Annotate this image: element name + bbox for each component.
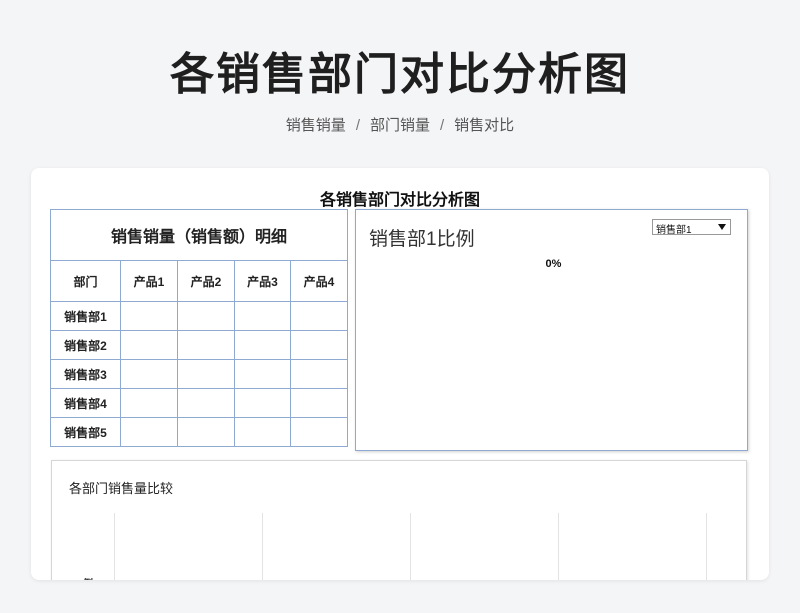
column-header-product-3[interactable]: 产品3 (234, 260, 291, 302)
chart-gridline (558, 513, 559, 580)
pie-chart-title: 销售部1比例 (369, 229, 475, 250)
table-cell[interactable] (120, 330, 178, 360)
table-cell[interactable] (177, 301, 235, 331)
breadcrumb-item-sales-volume[interactable]: 销售销量 (286, 117, 346, 134)
table-cell[interactable] (177, 417, 235, 447)
dropdown-arrow-icon[interactable] (718, 224, 726, 230)
table-row: 销售部1 (50, 301, 348, 331)
bar-chart-title: 各部门销售量比较 (69, 481, 174, 496)
table-row: 销售部4 (50, 388, 348, 418)
table-cell[interactable] (290, 417, 348, 447)
table-row: 销售部5 (50, 417, 348, 447)
column-header-product-4[interactable]: 产品4 (290, 260, 348, 302)
table-cell[interactable] (290, 388, 348, 418)
breadcrumb-item-sales-comparison[interactable]: 销售对比 (454, 117, 514, 134)
table-cell[interactable] (120, 388, 178, 418)
department-bar-chart[interactable]: 各部门销售量比较 例 (51, 460, 747, 580)
breadcrumb-separator: / (440, 117, 445, 134)
department-select-value: 销售部1 (656, 225, 692, 236)
row-label[interactable]: 销售部3 (50, 359, 121, 389)
row-label[interactable]: 销售部1 (50, 301, 121, 331)
department-select[interactable]: 销售部1 (652, 219, 731, 236)
chart-gridline (262, 513, 263, 580)
row-label[interactable]: 销售部5 (50, 417, 121, 447)
table-cell[interactable] (120, 359, 178, 389)
spreadsheet-preview-card: 各销售部门对比分析图 销售销量（销售额）明细 部门 产品1 产品2 产品3 产品… (31, 168, 769, 580)
table-cell[interactable] (290, 330, 348, 360)
chart-gridline (706, 513, 707, 580)
table-cell[interactable] (234, 388, 291, 418)
table-cell[interactable] (234, 359, 291, 389)
axis-label: 例 (83, 575, 93, 580)
table-cell[interactable] (177, 359, 235, 389)
table-cell[interactable] (290, 301, 348, 331)
page-title: 各销售部门对比分析图 (170, 50, 630, 99)
sales-detail-table: 销售销量（销售额）明细 部门 产品1 产品2 产品3 产品4 销售部1 销售部2… (50, 209, 348, 447)
breadcrumb: 销售销量 / 部门销量 / 销售对比 (0, 114, 800, 135)
table-cell[interactable] (290, 359, 348, 389)
breadcrumb-item-department-volume[interactable]: 部门销量 (370, 117, 430, 134)
pie-percent-label: 0% (545, 258, 562, 270)
table-cell[interactable] (120, 417, 178, 447)
table-row: 销售部2 (50, 330, 348, 360)
table-cell[interactable] (177, 388, 235, 418)
row-label[interactable]: 销售部4 (50, 388, 121, 418)
table-cell[interactable] (177, 330, 235, 360)
table-row: 销售部3 (50, 359, 348, 389)
chart-gridline (410, 513, 411, 580)
column-header-product-1[interactable]: 产品1 (120, 260, 178, 302)
sheet-title: 各销售部门对比分析图 (319, 192, 480, 209)
table-heading: 销售销量（销售额）明细 (50, 209, 348, 261)
column-header-product-2[interactable]: 产品2 (177, 260, 235, 302)
table-cell[interactable] (234, 301, 291, 331)
row-label[interactable]: 销售部2 (50, 330, 121, 360)
breadcrumb-separator: / (355, 117, 360, 134)
table-cell[interactable] (234, 330, 291, 360)
table-cell[interactable] (234, 417, 291, 447)
column-header-department[interactable]: 部门 (50, 260, 121, 302)
table-cell[interactable] (120, 301, 178, 331)
department-pie-chart[interactable]: 销售部1比例 0% 销售部1 (355, 209, 748, 451)
chart-gridline (114, 513, 115, 580)
